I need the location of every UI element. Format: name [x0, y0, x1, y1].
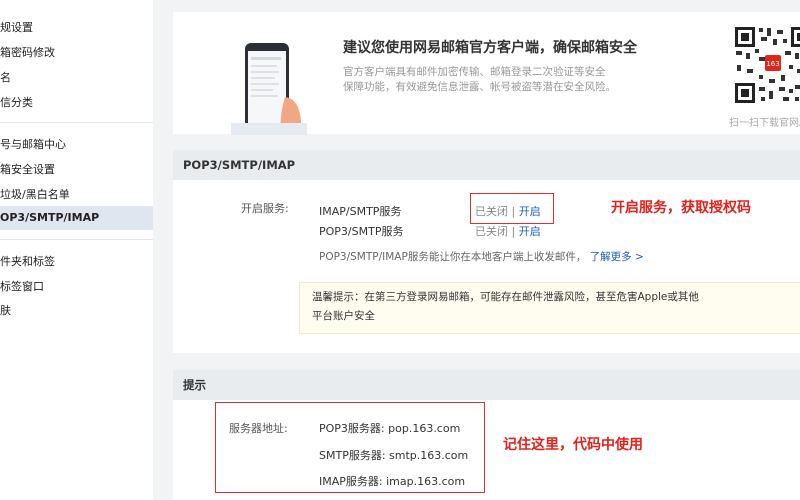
tip-line2: 平台账户安全 [312, 310, 375, 322]
warning-tip-box: 温馨提示：在第三方登录网易邮箱，可能存在邮件泄露风险，甚至危害Apple或其他 … [299, 282, 800, 334]
sidebar-item-password[interactable]: 箱密码修改 [0, 41, 153, 65]
qr-logo-text: 163 [766, 60, 779, 68]
sidebar-item-skin[interactable]: 肤 [0, 299, 153, 323]
pop-section-header: POP3/SMTP/IMAP [173, 150, 800, 180]
sidebar-item-mail-filter[interactable]: 信分类 [0, 91, 153, 115]
sidebar-item-account-center[interactable]: 号与邮箱中心 [0, 133, 153, 157]
phone-illustration-icon [231, 43, 307, 135]
settings-sidebar: 规设置 箱密码修改 名 信分类 号与邮箱中心 箱安全设置 垃圾/黑白名单 OP3… [0, 0, 154, 500]
sidebar-item-general-settings[interactable]: 规设置 [0, 16, 153, 40]
remember-annotation: 记住这里，代码中使用 [503, 437, 643, 453]
pop-enable-link[interactable]: 开启 [519, 225, 541, 238]
sidebar-divider [0, 122, 153, 123]
server-highlight-box [215, 402, 485, 493]
sidebar-item-signature[interactable]: 名 [0, 66, 153, 90]
main-panel: 建议您使用网易邮箱官方客户端，确保邮箱安全 官方客户端具有邮件加密传输、邮箱登录… [153, 0, 800, 500]
learn-more-link[interactable]: 了解更多 > [590, 251, 644, 263]
pop-service-label: POP3/SMTP服务 [319, 225, 404, 238]
sidebar-divider [0, 239, 153, 240]
qr-caption: 扫一扫下载官网APP [729, 118, 800, 129]
service-label: 开启服务: [241, 202, 289, 215]
banner-desc-line2: 保障功能，有效避免信息泄露、帐号被盗等潜在安全风险。 [343, 81, 616, 93]
tip-line1: 温馨提示：在第三方登录网易邮箱，可能存在邮件泄露风险，甚至危害Apple或其他 [312, 291, 699, 303]
imap-service-label: IMAP/SMTP服务 [319, 205, 402, 218]
pop-status-text: 已关闭 [475, 225, 508, 238]
hint-section-header: 提示 [173, 370, 800, 400]
banner-description: 官方客户端具有邮件加密传输、邮箱登录二次验证等安全 保障功能，有效避免信息泄露、… [343, 65, 643, 95]
enable-highlight-box [470, 193, 554, 224]
service-desc-text: POP3/SMTP/IMAP服务能让你在本地客户端上收发邮件， [319, 251, 587, 263]
banner-desc-line1: 官方客户端具有邮件加密传输、邮箱登录二次验证等安全 [343, 66, 606, 78]
sidebar-item-tab-window[interactable]: 标签窗口 [0, 275, 153, 299]
sidebar-item-folders-tags[interactable]: 件夹和标签 [0, 250, 153, 274]
banner-title: 建议您使用网易邮箱官方客户端，确保邮箱安全 [343, 40, 637, 56]
sidebar-item-security[interactable]: 箱安全设置 [0, 158, 153, 182]
pop-status: 已关闭 | 开启 [475, 223, 541, 239]
pop-separator: | [511, 225, 516, 238]
client-banner: 建议您使用网易邮箱官方客户端，确保邮箱安全 官方客户端具有邮件加密传输、邮箱登录… [173, 12, 800, 135]
sidebar-item-pop3-smtp-imap[interactable]: OP3/SMTP/IMAP [0, 206, 153, 230]
qr-code-icon: 163 [733, 25, 800, 105]
sidebar-item-blacklist[interactable]: 垃圾/黑白名单 [0, 183, 153, 207]
service-description: POP3/SMTP/IMAP服务能让你在本地客户端上收发邮件， 了解更多 > [319, 249, 644, 264]
enable-annotation: 开启服务，获取授权码 [611, 200, 751, 216]
